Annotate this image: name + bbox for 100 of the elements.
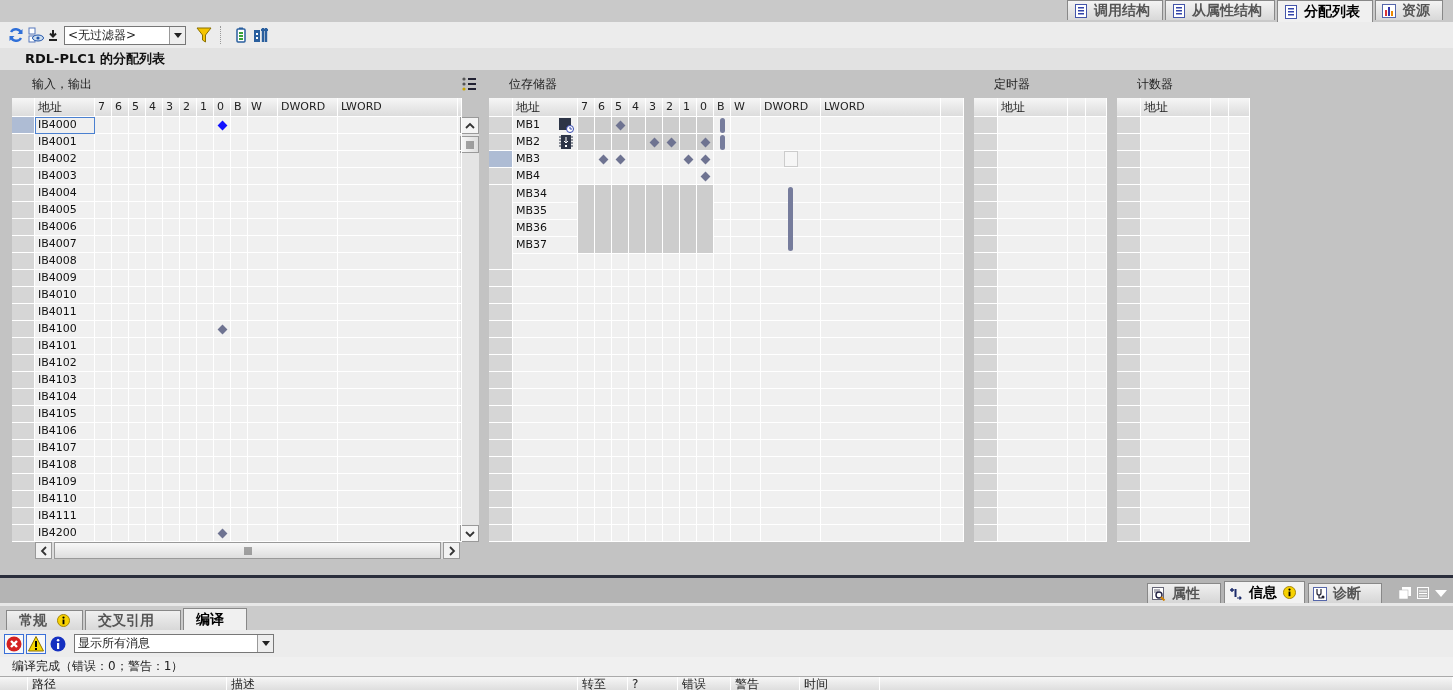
row-header[interactable]: [489, 151, 513, 168]
row-header[interactable]: [12, 134, 35, 151]
row-header[interactable]: [489, 168, 513, 185]
row-header[interactable]: [12, 168, 35, 185]
eye-icon[interactable]: [28, 27, 44, 43]
table-row[interactable]: IB4005: [12, 202, 460, 219]
table-row[interactable]: IB4008: [12, 253, 460, 270]
table-row[interactable]: IB4109: [12, 474, 460, 491]
download-icon[interactable]: [48, 29, 58, 41]
scroll-up-button[interactable]: [460, 117, 479, 134]
row-header[interactable]: [12, 304, 35, 321]
battery-icon[interactable]: [233, 27, 249, 43]
column-header[interactable]: B: [714, 98, 731, 117]
column-header[interactable]: 警告: [731, 677, 800, 690]
row-header[interactable]: [12, 406, 35, 423]
column-header[interactable]: 0: [697, 98, 714, 117]
funnel-icon[interactable]: [196, 27, 212, 43]
tools-icon[interactable]: [253, 27, 269, 43]
table-row[interactable]: MB36: [489, 219, 964, 236]
row-header[interactable]: [12, 219, 35, 236]
table-row[interactable]: MB37: [489, 236, 964, 253]
column-header[interactable]: 3: [163, 98, 180, 117]
table-row[interactable]: IB4007: [12, 236, 460, 253]
column-header[interactable]: 2: [180, 98, 197, 117]
row-header[interactable]: [489, 134, 513, 151]
table-row[interactable]: MB35: [489, 202, 964, 219]
table-row[interactable]: MB2: [489, 134, 964, 151]
inspector-tab[interactable]: 诊断: [1308, 583, 1382, 603]
column-header[interactable]: LWORD: [821, 98, 941, 117]
scrollbar-thumb[interactable]: [460, 136, 479, 153]
table-row[interactable]: IB4103: [12, 372, 460, 389]
row-header[interactable]: [12, 372, 35, 389]
table-row[interactable]: IB4111: [12, 508, 460, 525]
table-row[interactable]: IB4003: [12, 168, 460, 185]
table-row[interactable]: IB4004: [12, 185, 460, 202]
info-tab[interactable]: 编译: [183, 608, 247, 630]
table-row[interactable]: IB4011: [12, 304, 460, 321]
column-header[interactable]: DWORD: [761, 98, 821, 117]
scrollbar-thumb[interactable]: [54, 542, 441, 559]
column-header[interactable]: 7: [578, 98, 595, 117]
table-row[interactable]: MB3: [489, 151, 964, 168]
row-header[interactable]: [12, 151, 35, 168]
row-header[interactable]: [12, 253, 35, 270]
scroll-left-button[interactable]: [35, 542, 52, 559]
info-tab[interactable]: 常规: [6, 610, 83, 630]
table-row[interactable]: IB4102: [12, 355, 460, 372]
row-header[interactable]: [12, 270, 35, 287]
row-header[interactable]: [12, 423, 35, 440]
editor-tab[interactable]: 从属性结构: [1165, 0, 1275, 20]
table-row[interactable]: IB4101: [12, 338, 460, 355]
row-header[interactable]: [12, 474, 35, 491]
table-row[interactable]: MB4: [489, 168, 964, 185]
column-header[interactable]: 4: [629, 98, 646, 117]
column-header[interactable]: 5: [129, 98, 146, 117]
message-dropdown[interactable]: 显示所有消息: [74, 634, 274, 653]
table-row[interactable]: IB4002: [12, 151, 460, 168]
editor-tab[interactable]: 调用结构: [1067, 0, 1163, 20]
table-row[interactable]: IB4010: [12, 287, 460, 304]
column-header[interactable]: 错误: [678, 677, 731, 690]
refresh-icon[interactable]: [8, 27, 24, 43]
row-header[interactable]: [12, 355, 35, 372]
column-header[interactable]: 地址: [35, 98, 95, 117]
table-row[interactable]: IB4110: [12, 491, 460, 508]
table-row[interactable]: IB4009: [12, 270, 460, 287]
column-header[interactable]: W: [731, 98, 761, 117]
table-row[interactable]: MB34: [489, 185, 964, 202]
row-header[interactable]: [12, 457, 35, 474]
message-filter-button[interactable]: [26, 633, 46, 654]
row-header[interactable]: [12, 389, 35, 406]
column-header[interactable]: 转至: [578, 677, 628, 690]
row-header[interactable]: [12, 321, 35, 338]
column-header[interactable]: 6: [112, 98, 129, 117]
row-header[interactable]: [12, 338, 35, 355]
row-header[interactable]: [12, 508, 35, 525]
row-header[interactable]: [12, 117, 35, 134]
column-header[interactable]: 6: [595, 98, 612, 117]
table-row[interactable]: IB4001: [12, 134, 460, 151]
table-row[interactable]: IB4104: [12, 389, 460, 406]
scroll-down-button[interactable]: [460, 525, 479, 542]
row-header[interactable]: [489, 185, 513, 203]
column-header[interactable]: 1: [197, 98, 214, 117]
restore-icon[interactable]: [1399, 587, 1411, 599]
column-header[interactable]: B: [231, 98, 248, 117]
list-icon[interactable]: [1417, 587, 1429, 599]
column-header[interactable]: 地址: [998, 98, 1068, 117]
column-header[interactable]: 时间: [800, 677, 880, 690]
table-row[interactable]: IB4000: [12, 117, 460, 134]
row-header[interactable]: [12, 287, 35, 304]
table-row[interactable]: IB4100: [12, 321, 460, 338]
column-header[interactable]: 描述: [227, 677, 578, 690]
cell-focus-box[interactable]: [783, 151, 798, 167]
row-header[interactable]: [12, 185, 35, 202]
column-header[interactable]: 0: [214, 98, 231, 117]
table-row[interactable]: IB4105: [12, 406, 460, 423]
editor-tab[interactable]: 资源: [1375, 0, 1443, 20]
table-row[interactable]: IB4106: [12, 423, 460, 440]
filter-dropdown[interactable]: <无过滤器>: [64, 25, 186, 45]
column-header[interactable]: DWORD: [278, 98, 338, 117]
column-header[interactable]: 7: [95, 98, 112, 117]
column-header[interactable]: ?: [628, 677, 678, 690]
